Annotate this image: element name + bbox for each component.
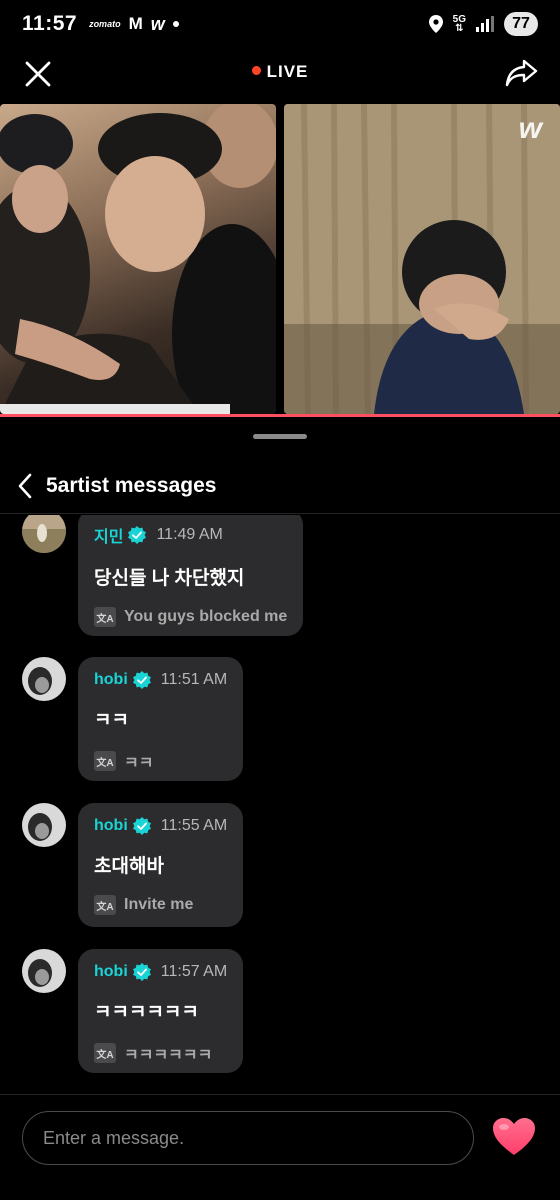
- chevron-left-icon: [18, 473, 32, 498]
- avatar[interactable]: [22, 803, 66, 847]
- video-frame-left: [0, 104, 276, 414]
- share-icon[interactable]: [504, 58, 538, 88]
- message-translation: 文A ㅋㅋㅋㅋㅋㅋ: [94, 1041, 227, 1065]
- translate-icon: 文A: [94, 895, 116, 915]
- network-type-label: 5G: [452, 14, 466, 25]
- message-bubble[interactable]: hobi 11:57 AM ㅋㅋㅋㅋㅋㅋ 文A ㅋㅋㅋㅋㅋㅋ: [78, 949, 244, 1073]
- avatar[interactable]: [22, 657, 66, 701]
- message-time: 11:57 AM: [160, 963, 228, 980]
- message-text: ㅋㅋㅋㅋㅋㅋ: [94, 1002, 199, 1023]
- message-translation: 文A ㅋㅋ: [94, 749, 227, 773]
- message-bubble[interactable]: hobi 11:55 AM 초대해바 文A Invite me: [78, 803, 244, 927]
- sheet-header: 5artist messages: [0, 458, 560, 514]
- live-video-area: w: [0, 104, 560, 418]
- verified-badge-icon: [132, 671, 151, 689]
- message-composer: [0, 1094, 560, 1200]
- video-frame-right: [284, 104, 560, 414]
- translate-icon: 文A: [94, 751, 116, 771]
- zomato-icon: zomato: [89, 19, 121, 29]
- avatar-image: [22, 515, 66, 553]
- sender-name: hobi: [94, 817, 128, 834]
- message-header: hobi 11:51 AM: [94, 671, 227, 689]
- sender-name: 지민: [94, 529, 124, 546]
- verified-badge-icon: [132, 817, 151, 835]
- translate-icon: 文A: [94, 607, 116, 627]
- verified-badge-icon: [132, 963, 151, 981]
- system-icons: 5G ⇅ 77: [428, 12, 538, 36]
- message-bubble[interactable]: 지민 11:49 AM 당신들 나 차단했지 文A You guys block…: [78, 515, 304, 636]
- translation-text: You guys blocked me: [124, 608, 288, 625]
- status-bar: 11:57 zomato M w 5G ⇅ 77: [0, 0, 560, 48]
- more-notifications-dot-icon: [172, 21, 179, 27]
- message-time: 11:51 AM: [160, 671, 228, 688]
- live-indicator: LIVE: [0, 62, 560, 82]
- verified-badge-icon: [128, 526, 147, 544]
- translation-text: ㅋㅋ: [124, 755, 154, 772]
- message-bubble[interactable]: hobi 11:51 AM ㅋㅋ 文A ㅋㅋ: [78, 657, 244, 781]
- avatar-image: [22, 803, 66, 847]
- video-tile-left[interactable]: [0, 104, 276, 414]
- translate-icon: 文A: [94, 1043, 116, 1063]
- live-progress-bar: [0, 414, 560, 417]
- message-text: ㅋㅋ: [94, 710, 129, 731]
- live-top-bar: LIVE: [0, 48, 560, 98]
- heart-icon[interactable]: [492, 1117, 536, 1157]
- status-time: 11:57: [22, 12, 78, 35]
- back-button[interactable]: [0, 458, 50, 514]
- message-text: 당신들 나 차단했지: [94, 568, 245, 589]
- message-input[interactable]: [22, 1111, 474, 1165]
- notification-icons: zomato M w: [89, 14, 179, 35]
- weverse-watermark-icon: w: [518, 112, 542, 145]
- message-header: hobi 11:57 AM: [94, 963, 227, 981]
- message-list[interactable]: 지민 11:49 AM 당신들 나 차단했지 文A You guys block…: [0, 515, 560, 1095]
- sheet-drag-handle[interactable]: [253, 434, 307, 439]
- battery-icon: 77: [504, 12, 538, 36]
- message-time: 11:55 AM: [160, 817, 228, 834]
- avatar-image: [22, 657, 66, 701]
- sender-name: hobi: [94, 671, 128, 688]
- weverse-notification-icon: w: [150, 13, 165, 34]
- location-icon: [428, 15, 443, 33]
- message-time: 11:49 AM: [156, 526, 223, 543]
- artist-messages-sheet: 5artist messages 지민 11:49 AM 당신들 나 차단했지 …: [0, 418, 560, 1200]
- message-text: 초대해바: [94, 856, 164, 877]
- message-header: 지민 11:49 AM: [94, 523, 287, 547]
- sheet-title: 5artist messages: [46, 473, 217, 497]
- live-dot-icon: [251, 66, 261, 76]
- avatar-image: [22, 949, 66, 993]
- sender-name: hobi: [94, 963, 128, 980]
- message-translation: 文A Invite me: [94, 895, 227, 915]
- message-translation: 文A You guys blocked me: [94, 607, 287, 627]
- avatar[interactable]: [22, 949, 66, 993]
- signal-icon: [476, 16, 494, 32]
- live-label: LIVE: [266, 62, 309, 81]
- message-header: hobi 11:55 AM: [94, 817, 227, 835]
- network-5g-icon: 5G ⇅: [452, 14, 466, 34]
- gmail-icon: M: [128, 14, 143, 33]
- video-tile-right[interactable]: w: [284, 104, 560, 414]
- avatar[interactable]: [22, 515, 66, 553]
- translation-text: ㅋㅋㅋㅋㅋㅋ: [124, 1047, 213, 1064]
- translation-text: Invite me: [124, 896, 194, 913]
